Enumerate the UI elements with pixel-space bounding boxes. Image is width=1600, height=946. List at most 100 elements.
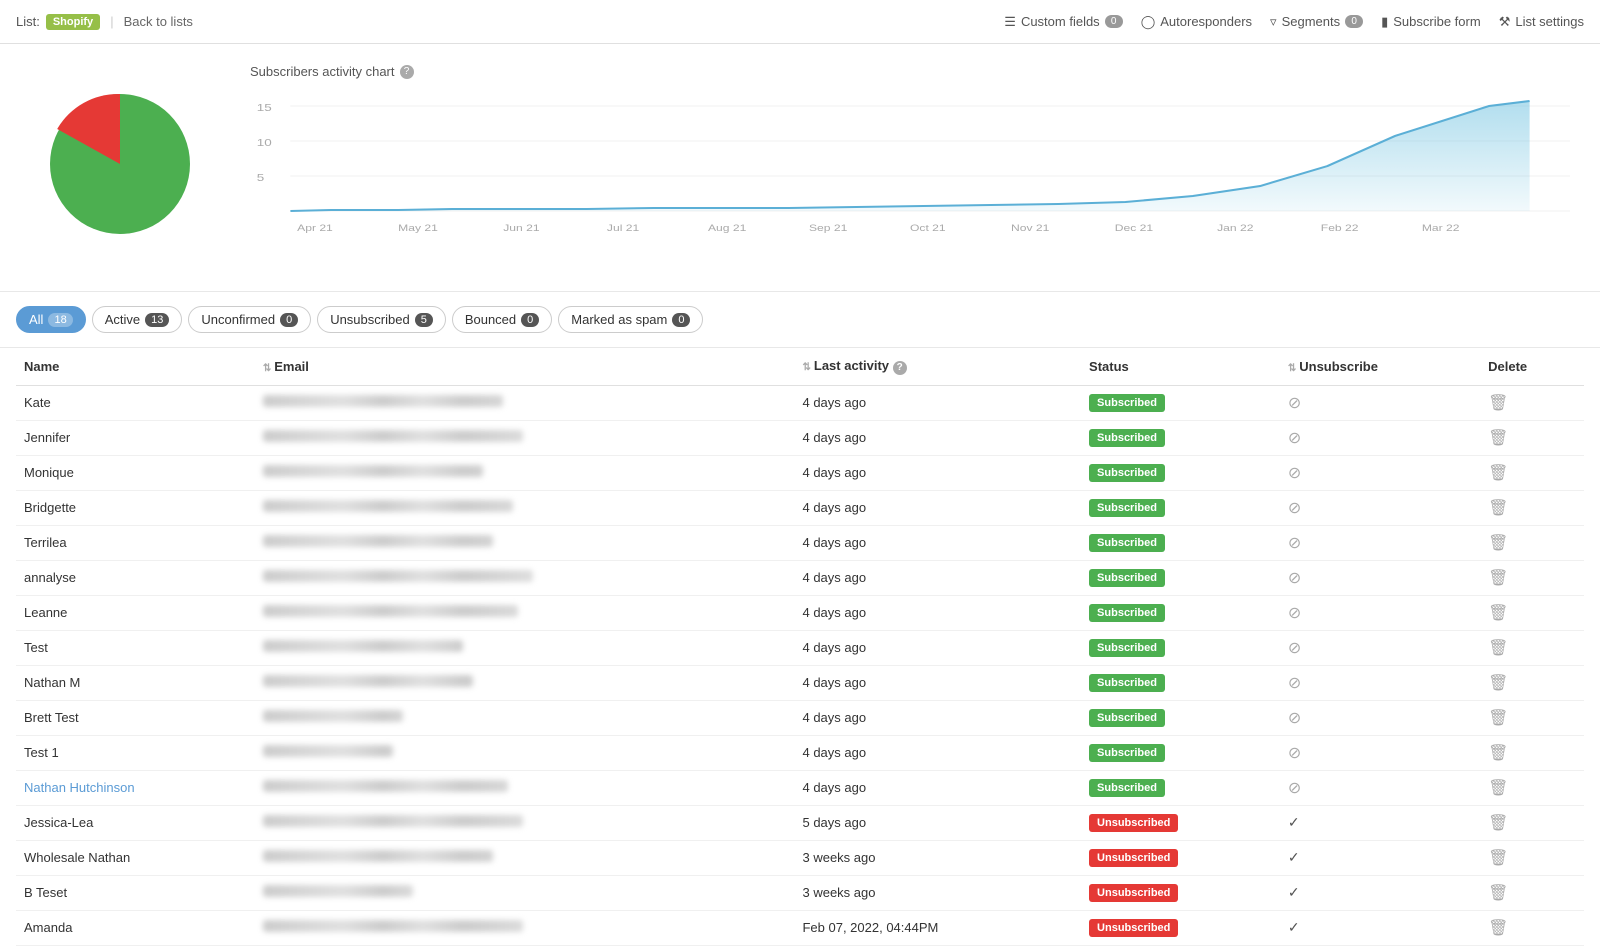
col-last-activity[interactable]: ⇅Last activity ? bbox=[794, 348, 1081, 385]
unsubscribe-action[interactable]: ⊘ bbox=[1280, 735, 1480, 770]
subscriber-email bbox=[255, 735, 795, 770]
tab-bounced[interactable]: Bounced 0 bbox=[452, 306, 552, 333]
subscriber-name[interactable]: Nathan Hutchinson bbox=[16, 770, 255, 805]
unsubscribe-action[interactable]: ⊘ bbox=[1280, 595, 1480, 630]
unsubscribe-action[interactable]: ⊘ bbox=[1280, 490, 1480, 525]
delete-action[interactable]: 🗑 bbox=[1480, 665, 1584, 700]
unsubscribe-icon[interactable]: ⊘ bbox=[1288, 640, 1301, 657]
delete-action[interactable]: 🗑 bbox=[1480, 595, 1584, 630]
unsubscribe-action[interactable]: ⊘ bbox=[1280, 525, 1480, 560]
custom-fields-nav[interactable]: ☰ Custom fields 0 bbox=[1004, 14, 1122, 30]
subscriber-name: Amanda bbox=[16, 910, 255, 945]
delete-icon[interactable]: 🗑 bbox=[1488, 920, 1508, 937]
svg-text:May 21: May 21 bbox=[398, 223, 438, 233]
table-row: Leanne 4 days agoSubscribed⊘🗑 bbox=[16, 595, 1584, 630]
delete-action[interactable]: 🗑 bbox=[1480, 840, 1584, 875]
delete-icon[interactable]: 🗑 bbox=[1488, 780, 1508, 797]
list-settings-nav[interactable]: ⚒ List settings bbox=[1499, 14, 1584, 30]
delete-action[interactable]: 🗑 bbox=[1480, 910, 1584, 945]
unsubscribe-icon[interactable]: ⊘ bbox=[1288, 430, 1301, 447]
subscriber-name: Monique bbox=[16, 455, 255, 490]
delete-action[interactable]: 🗑 bbox=[1480, 385, 1584, 420]
delete-action[interactable]: 🗑 bbox=[1480, 490, 1584, 525]
unsubscribe-action[interactable]: ⊘ bbox=[1280, 420, 1480, 455]
unsubscribe-action[interactable]: ⊘ bbox=[1280, 455, 1480, 490]
subscriber-last-activity: 4 days ago bbox=[794, 735, 1081, 770]
tab-all[interactable]: All 18 bbox=[16, 306, 86, 333]
subscriber-last-activity: 4 days ago bbox=[794, 560, 1081, 595]
unsubscribe-icon[interactable]: ⊘ bbox=[1288, 570, 1301, 587]
unsubscribe-icon[interactable]: ⊘ bbox=[1288, 535, 1301, 552]
delete-icon[interactable]: 🗑 bbox=[1488, 710, 1508, 727]
delete-action[interactable]: 🗑 bbox=[1480, 455, 1584, 490]
unsubscribe-action[interactable]: ⊘ bbox=[1280, 770, 1480, 805]
unsubscribe-icon[interactable]: ⊘ bbox=[1288, 710, 1301, 727]
delete-icon[interactable]: 🗑 bbox=[1488, 675, 1508, 692]
subscriber-status: Subscribed bbox=[1081, 455, 1280, 490]
delete-action[interactable]: 🗑 bbox=[1480, 525, 1584, 560]
delete-icon[interactable]: 🗑 bbox=[1488, 815, 1508, 832]
delete-icon[interactable]: 🗑 bbox=[1488, 535, 1508, 552]
delete-icon[interactable]: 🗑 bbox=[1488, 465, 1508, 482]
tab-active[interactable]: Active 13 bbox=[92, 306, 183, 333]
svg-text:15: 15 bbox=[257, 102, 272, 114]
delete-icon[interactable]: 🗑 bbox=[1488, 885, 1508, 902]
unsubscribe-icon[interactable]: ⊘ bbox=[1288, 675, 1301, 692]
delete-icon[interactable]: 🗑 bbox=[1488, 850, 1508, 867]
unsubscribe-action[interactable]: ✓ bbox=[1280, 910, 1480, 945]
subscriber-name: Jessica-Lea bbox=[16, 805, 255, 840]
check-icon[interactable]: ✓ bbox=[1288, 814, 1300, 830]
unsubscribe-action[interactable]: ✓ bbox=[1280, 875, 1480, 910]
delete-action[interactable]: 🗑 bbox=[1480, 630, 1584, 665]
svg-text:Sep 21: Sep 21 bbox=[809, 223, 847, 233]
table-row: annalyse 4 days agoSubscribed⊘🗑 bbox=[16, 560, 1584, 595]
unsubscribe-icon[interactable]: ⊘ bbox=[1288, 745, 1301, 762]
delete-action[interactable]: 🗑 bbox=[1480, 560, 1584, 595]
unsubscribe-action[interactable]: ⊘ bbox=[1280, 385, 1480, 420]
delete-action[interactable]: 🗑 bbox=[1480, 735, 1584, 770]
segments-nav[interactable]: ▿ Segments 0 bbox=[1270, 14, 1363, 30]
autoresponders-nav[interactable]: ◯ Autoresponders bbox=[1141, 14, 1252, 30]
unsubscribe-action[interactable]: ⊘ bbox=[1280, 630, 1480, 665]
unsubscribe-action[interactable]: ⊘ bbox=[1280, 560, 1480, 595]
delete-icon[interactable]: 🗑 bbox=[1488, 640, 1508, 657]
back-to-lists-link[interactable]: Back to lists bbox=[124, 14, 193, 29]
delete-icon[interactable]: 🗑 bbox=[1488, 430, 1508, 447]
subscriber-email bbox=[255, 630, 795, 665]
tab-spam[interactable]: Marked as spam 0 bbox=[558, 306, 703, 333]
unsubscribe-icon[interactable]: ⊘ bbox=[1288, 500, 1301, 517]
subscribe-form-nav[interactable]: ▮ Subscribe form bbox=[1381, 14, 1481, 30]
unsubscribe-action[interactable]: ✓ bbox=[1280, 805, 1480, 840]
unsubscribe-icon[interactable]: ⊘ bbox=[1288, 395, 1301, 412]
delete-icon[interactable]: 🗑 bbox=[1488, 570, 1508, 587]
delete-action[interactable]: 🗑 bbox=[1480, 770, 1584, 805]
delete-icon[interactable]: 🗑 bbox=[1488, 745, 1508, 762]
delete-icon[interactable]: 🗑 bbox=[1488, 605, 1508, 622]
unsubscribe-icon[interactable]: ⊘ bbox=[1288, 605, 1301, 622]
tab-unconfirmed[interactable]: Unconfirmed 0 bbox=[188, 306, 311, 333]
unsubscribe-icon[interactable]: ⊘ bbox=[1288, 780, 1301, 797]
delete-icon[interactable]: 🗑 bbox=[1488, 500, 1508, 517]
unsubscribe-action[interactable]: ⊘ bbox=[1280, 665, 1480, 700]
delete-action[interactable]: 🗑 bbox=[1480, 875, 1584, 910]
subscriber-email bbox=[255, 840, 795, 875]
unsubscribe-icon[interactable]: ⊘ bbox=[1288, 465, 1301, 482]
check-icon[interactable]: ✓ bbox=[1288, 849, 1300, 865]
unsubscribe-action[interactable]: ⊘ bbox=[1280, 700, 1480, 735]
col-unsubscribe[interactable]: ⇅Unsubscribe bbox=[1280, 348, 1480, 385]
subscriber-last-activity: 4 days ago bbox=[794, 770, 1081, 805]
delete-action[interactable]: 🗑 bbox=[1480, 420, 1584, 455]
help-icon[interactable]: ? bbox=[400, 65, 414, 79]
check-icon[interactable]: ✓ bbox=[1288, 884, 1300, 900]
subscriber-name: B Teset bbox=[16, 875, 255, 910]
filter-tabs: All 18 Active 13 Unconfirmed 0 Unsubscri… bbox=[0, 292, 1600, 348]
tab-unsubscribed[interactable]: Unsubscribed 5 bbox=[317, 306, 446, 333]
delete-action[interactable]: 🗑 bbox=[1480, 700, 1584, 735]
delete-action[interactable]: 🗑 bbox=[1480, 805, 1584, 840]
subscriber-email bbox=[255, 805, 795, 840]
col-email[interactable]: ⇅Email bbox=[255, 348, 795, 385]
unsubscribe-action[interactable]: ✓ bbox=[1280, 840, 1480, 875]
check-icon[interactable]: ✓ bbox=[1288, 919, 1300, 935]
activity-help-icon[interactable]: ? bbox=[893, 361, 907, 375]
delete-icon[interactable]: 🗑 bbox=[1488, 395, 1508, 412]
